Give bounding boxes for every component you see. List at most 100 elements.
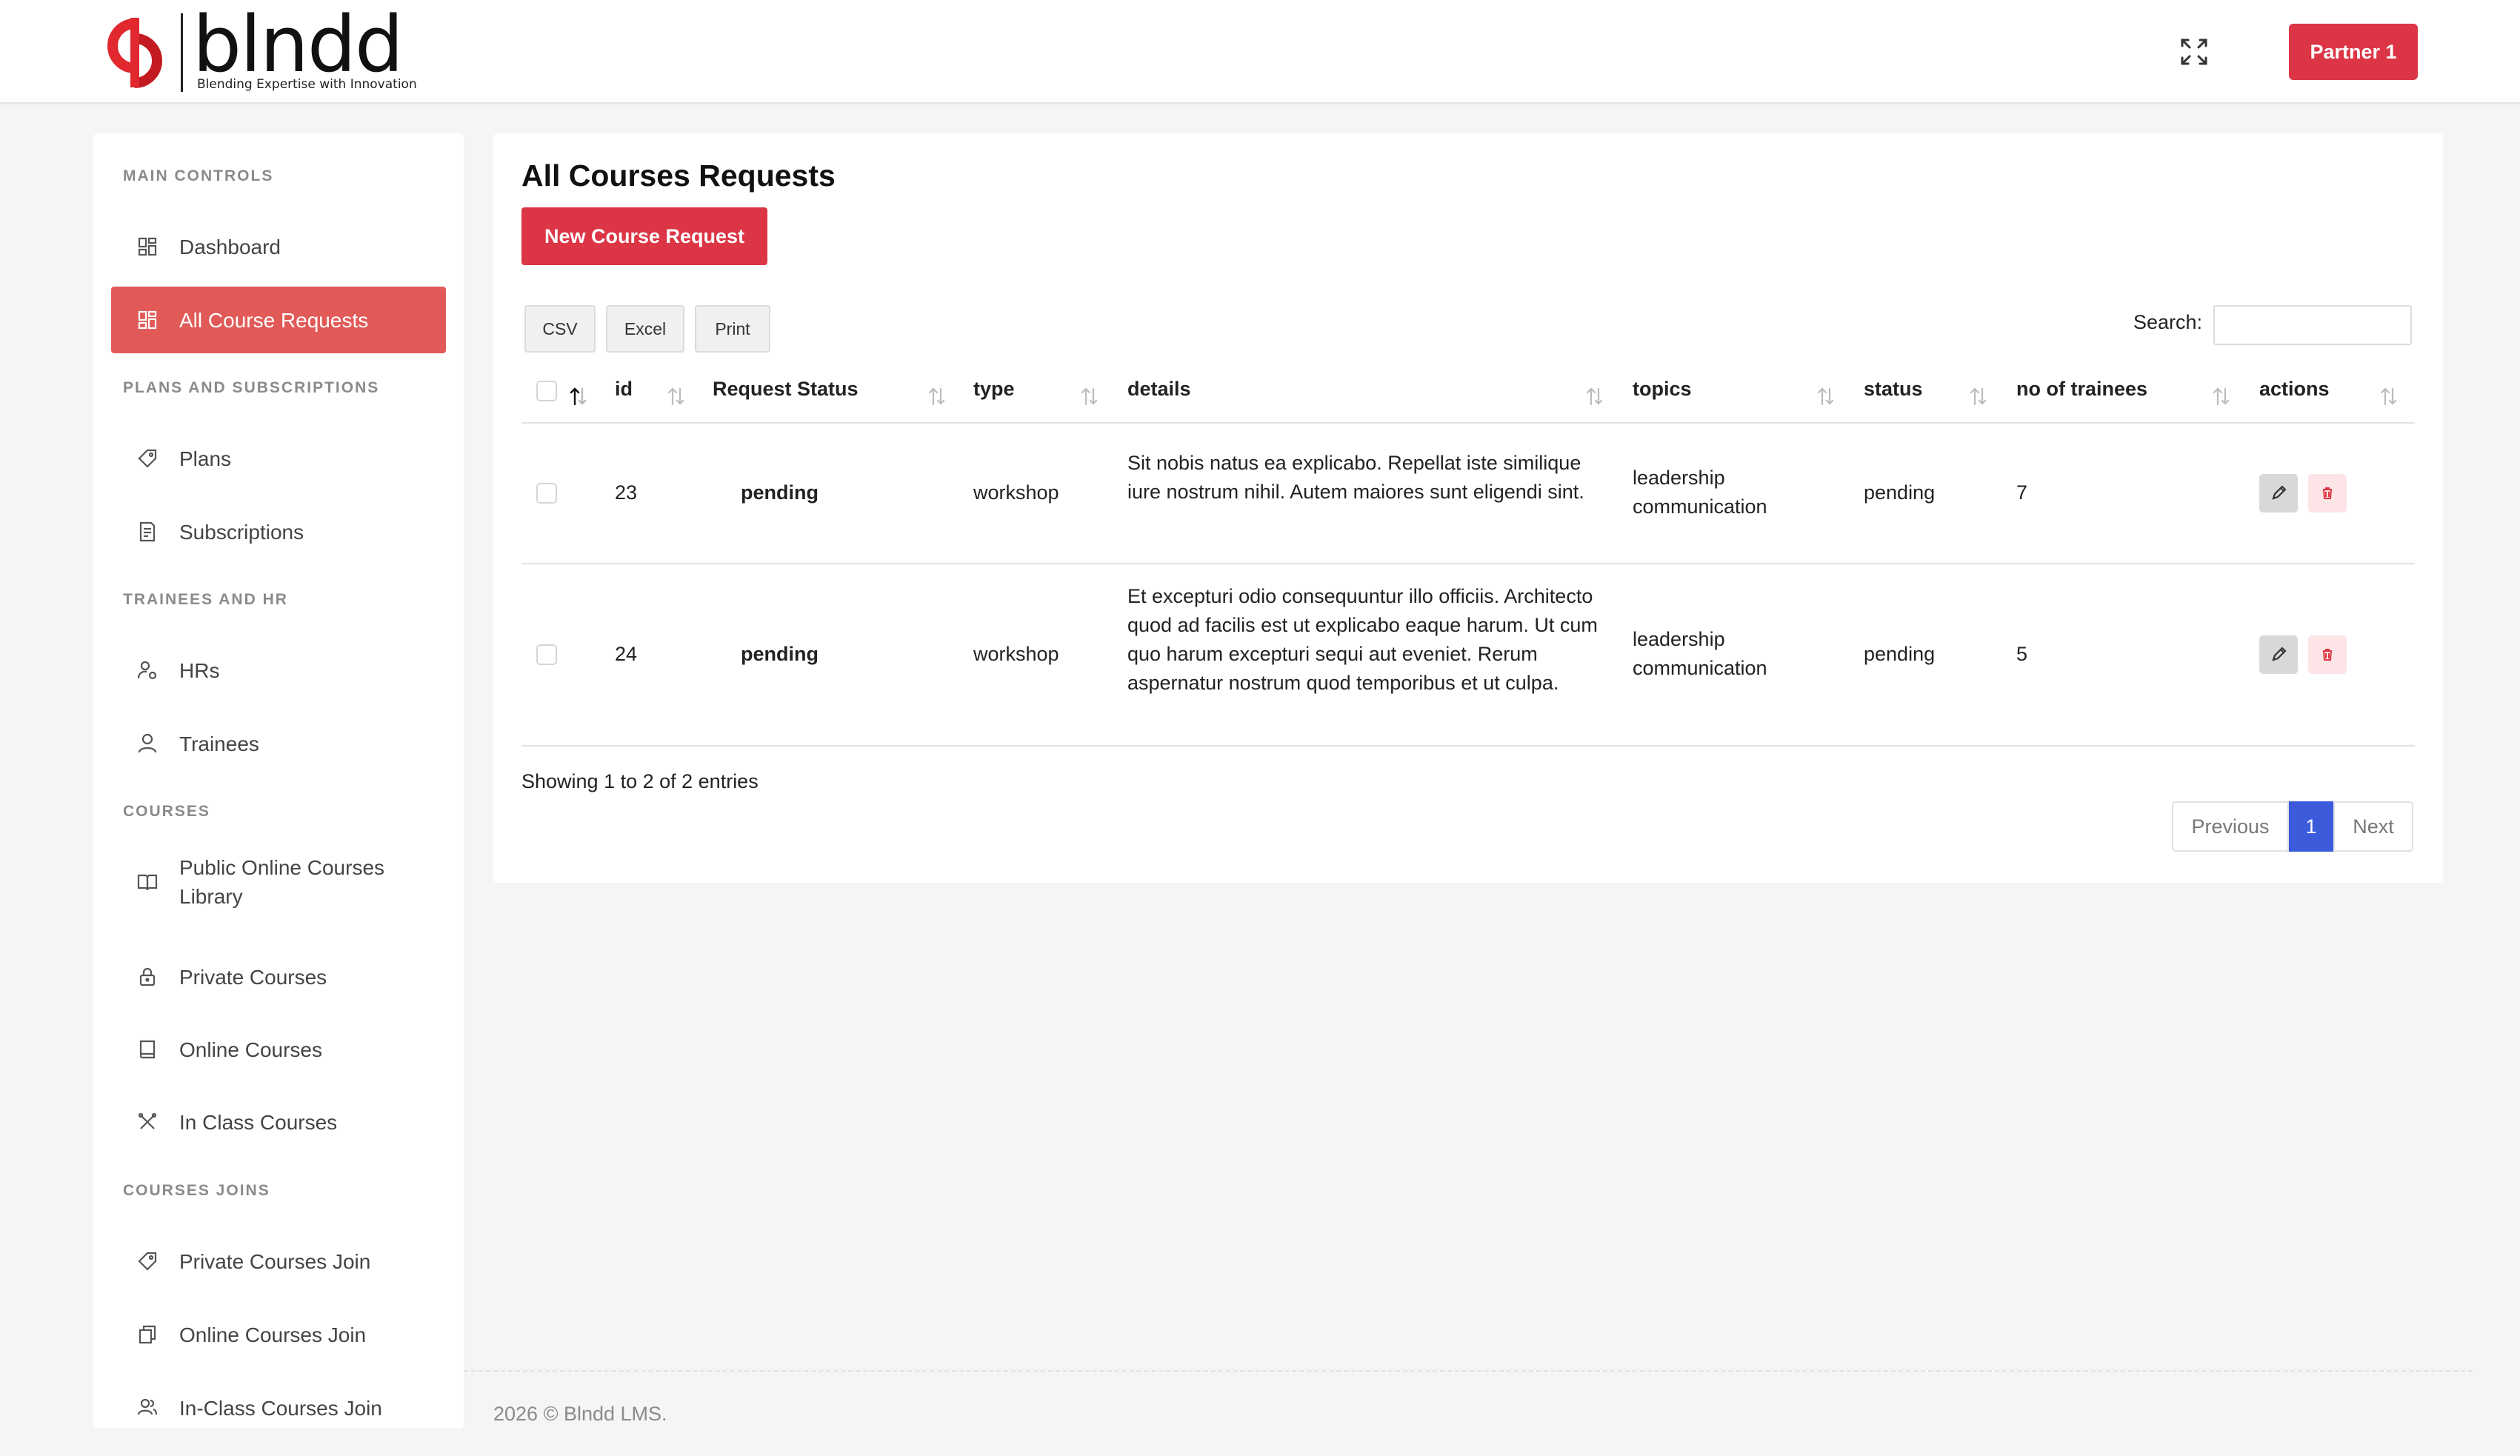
- new-course-request-button[interactable]: New Course Request: [521, 207, 767, 265]
- copy-icon: [139, 1325, 156, 1344]
- sidebar-item-label: Plans: [179, 447, 232, 470]
- sidebar-item-label: All Course Requests: [179, 308, 369, 332]
- column-header-status[interactable]: status: [1864, 378, 1923, 401]
- sidebar-item-private-courses[interactable]: Private Courses: [111, 944, 446, 1010]
- sort-icon[interactable]: [2212, 385, 2231, 407]
- cell-type: workshop: [973, 481, 1059, 504]
- print-button[interactable]: Print: [695, 305, 770, 353]
- book-open-icon: [137, 874, 158, 891]
- select-all-checkbox[interactable]: [536, 381, 557, 401]
- menu-title-courses: COURSES: [123, 803, 210, 820]
- tag-icon: [138, 449, 157, 468]
- sidebar-item-online-courses-join[interactable]: Online Courses Join: [111, 1301, 446, 1368]
- sidebar-item-online-courses[interactable]: Online Courses: [111, 1016, 446, 1083]
- sidebar-item-all-course-requests[interactable]: All Course Requests: [111, 287, 446, 353]
- pagination-previous[interactable]: Previous: [2172, 801, 2289, 852]
- row-checkbox[interactable]: [536, 644, 557, 665]
- brand-tagline: Blending Expertise with Innovation: [197, 77, 417, 92]
- sidebar-item-label: Trainees: [179, 732, 259, 755]
- column-header-type[interactable]: type: [973, 378, 1015, 401]
- sort-icon[interactable]: [2379, 385, 2399, 407]
- sidebar-item-label: In-Class Courses Join: [179, 1396, 382, 1420]
- cell-status: pending: [1864, 481, 1936, 504]
- menu-title-main-controls: MAIN CONTROLS: [123, 167, 274, 184]
- page-title: All Courses Requests: [521, 158, 836, 193]
- sidebar-item-public-online-courses-library[interactable]: Public Online Courses Library: [111, 841, 446, 923]
- pagination-page-1[interactable]: 1: [2289, 801, 2333, 852]
- sort-icon[interactable]: [1585, 385, 1604, 407]
- pagination-next[interactable]: Next: [2333, 801, 2413, 852]
- edit-button[interactable]: [2259, 474, 2298, 512]
- column-header-id[interactable]: id: [615, 378, 633, 401]
- sidebar-item-trainees[interactable]: Trainees: [111, 710, 446, 777]
- cell-details: Sit nobis natus ea explicabo. Repellat i…: [1127, 452, 1584, 503]
- trash-icon: [2323, 649, 2332, 661]
- sort-icon[interactable]: [667, 385, 686, 407]
- cell-id: 24: [615, 643, 638, 665]
- receipt-icon: [139, 521, 156, 542]
- menu-title-plans: PLANS AND SUBSCRIPTIONS: [123, 379, 380, 396]
- trash-icon: [2323, 487, 2332, 499]
- sort-icon[interactable]: [1080, 385, 1099, 407]
- sidebar-item-subscriptions[interactable]: Subscriptions: [111, 498, 446, 565]
- pencil-icon: [2272, 647, 2287, 661]
- cell-request-status: pending: [741, 643, 819, 665]
- sidebar-item-label: Dashboard: [179, 235, 281, 258]
- lock-icon: [139, 967, 156, 986]
- row-divider: [521, 745, 2415, 747]
- sidebar-item-plans[interactable]: Plans: [111, 425, 446, 492]
- menu-title-courses-joins: COURSES JOINS: [123, 1182, 270, 1199]
- cell-details: Et excepturi odio consequuntur illo offi…: [1127, 585, 1598, 694]
- sidebar-item-label: HRs: [179, 658, 220, 682]
- delete-button[interactable]: [2308, 474, 2347, 512]
- tools-icon: [138, 1112, 157, 1129]
- sort-icon[interactable]: [1816, 385, 1836, 407]
- sidebar: MAIN CONTROLS Dashboard All Course Reque…: [93, 133, 464, 1428]
- cell-status: pending: [1864, 643, 1936, 665]
- sidebar-item-label: Private Courses Join: [179, 1249, 371, 1273]
- table-info: Showing 1 to 2 of 2 entries: [521, 770, 759, 792]
- edit-button[interactable]: [2259, 635, 2298, 674]
- course-requests-card: All Courses Requests New Course Request …: [493, 133, 2443, 883]
- menu-title-trainees-hr: TRAINEES AND HR: [123, 591, 288, 608]
- cell-type: workshop: [973, 643, 1059, 665]
- brand-logo[interactable]: blndd Blending Expertise with Innovation: [101, 0, 419, 96]
- fullscreen-icon[interactable]: [2178, 36, 2210, 68]
- sidebar-item-label: In Class Courses: [179, 1110, 338, 1134]
- search-input[interactable]: [2213, 305, 2412, 345]
- table-header-divider: [521, 422, 2415, 424]
- user-icon: [138, 733, 157, 753]
- users-icon: [137, 1398, 158, 1415]
- csv-export-button[interactable]: CSV: [524, 305, 596, 353]
- footer-copyright: 2026 © Blndd LMS.: [493, 1403, 667, 1425]
- sort-icon[interactable]: [1969, 385, 1988, 407]
- column-header-request-status[interactable]: Request Status: [713, 378, 859, 401]
- user-gear-icon: [137, 661, 157, 680]
- column-header-no-of-trainees[interactable]: no of trainees: [2016, 378, 2147, 401]
- sidebar-item-label: Online Courses Join: [179, 1323, 367, 1346]
- column-header-details[interactable]: details: [1127, 378, 1191, 401]
- sidebar-item-hrs[interactable]: HRs: [111, 637, 446, 704]
- sidebar-item-in-class-courses[interactable]: In Class Courses: [111, 1089, 446, 1155]
- row-checkbox[interactable]: [536, 483, 557, 504]
- column-header-actions[interactable]: actions: [2259, 378, 2330, 401]
- footer-divider: [464, 1370, 2473, 1372]
- cell-trainees: 7: [2016, 481, 2028, 504]
- sidebar-item-private-courses-join[interactable]: Private Courses Join: [111, 1228, 446, 1295]
- top-bar: blndd Blending Expertise with Innovation…: [0, 0, 2520, 104]
- sidebar-item-in-class-courses-join[interactable]: In-Class Courses Join: [111, 1375, 446, 1428]
- book-icon: [139, 1040, 156, 1059]
- dashboard-icon: [138, 237, 157, 256]
- pencil-icon: [2272, 485, 2287, 500]
- excel-export-button[interactable]: Excel: [606, 305, 684, 353]
- sort-asc-icon[interactable]: [569, 385, 588, 407]
- partner-menu-button[interactable]: Partner 1: [2289, 24, 2418, 80]
- delete-button[interactable]: [2308, 635, 2347, 674]
- sort-icon[interactable]: [927, 385, 947, 407]
- sidebar-item-dashboard[interactable]: Dashboard: [111, 213, 446, 280]
- cell-topics: leadership communication: [1633, 628, 1767, 679]
- tag-icon: [138, 1252, 157, 1271]
- cell-trainees: 5: [2016, 643, 2028, 665]
- column-header-topics[interactable]: topics: [1633, 378, 1692, 401]
- logo-mark-icon: [107, 18, 162, 88]
